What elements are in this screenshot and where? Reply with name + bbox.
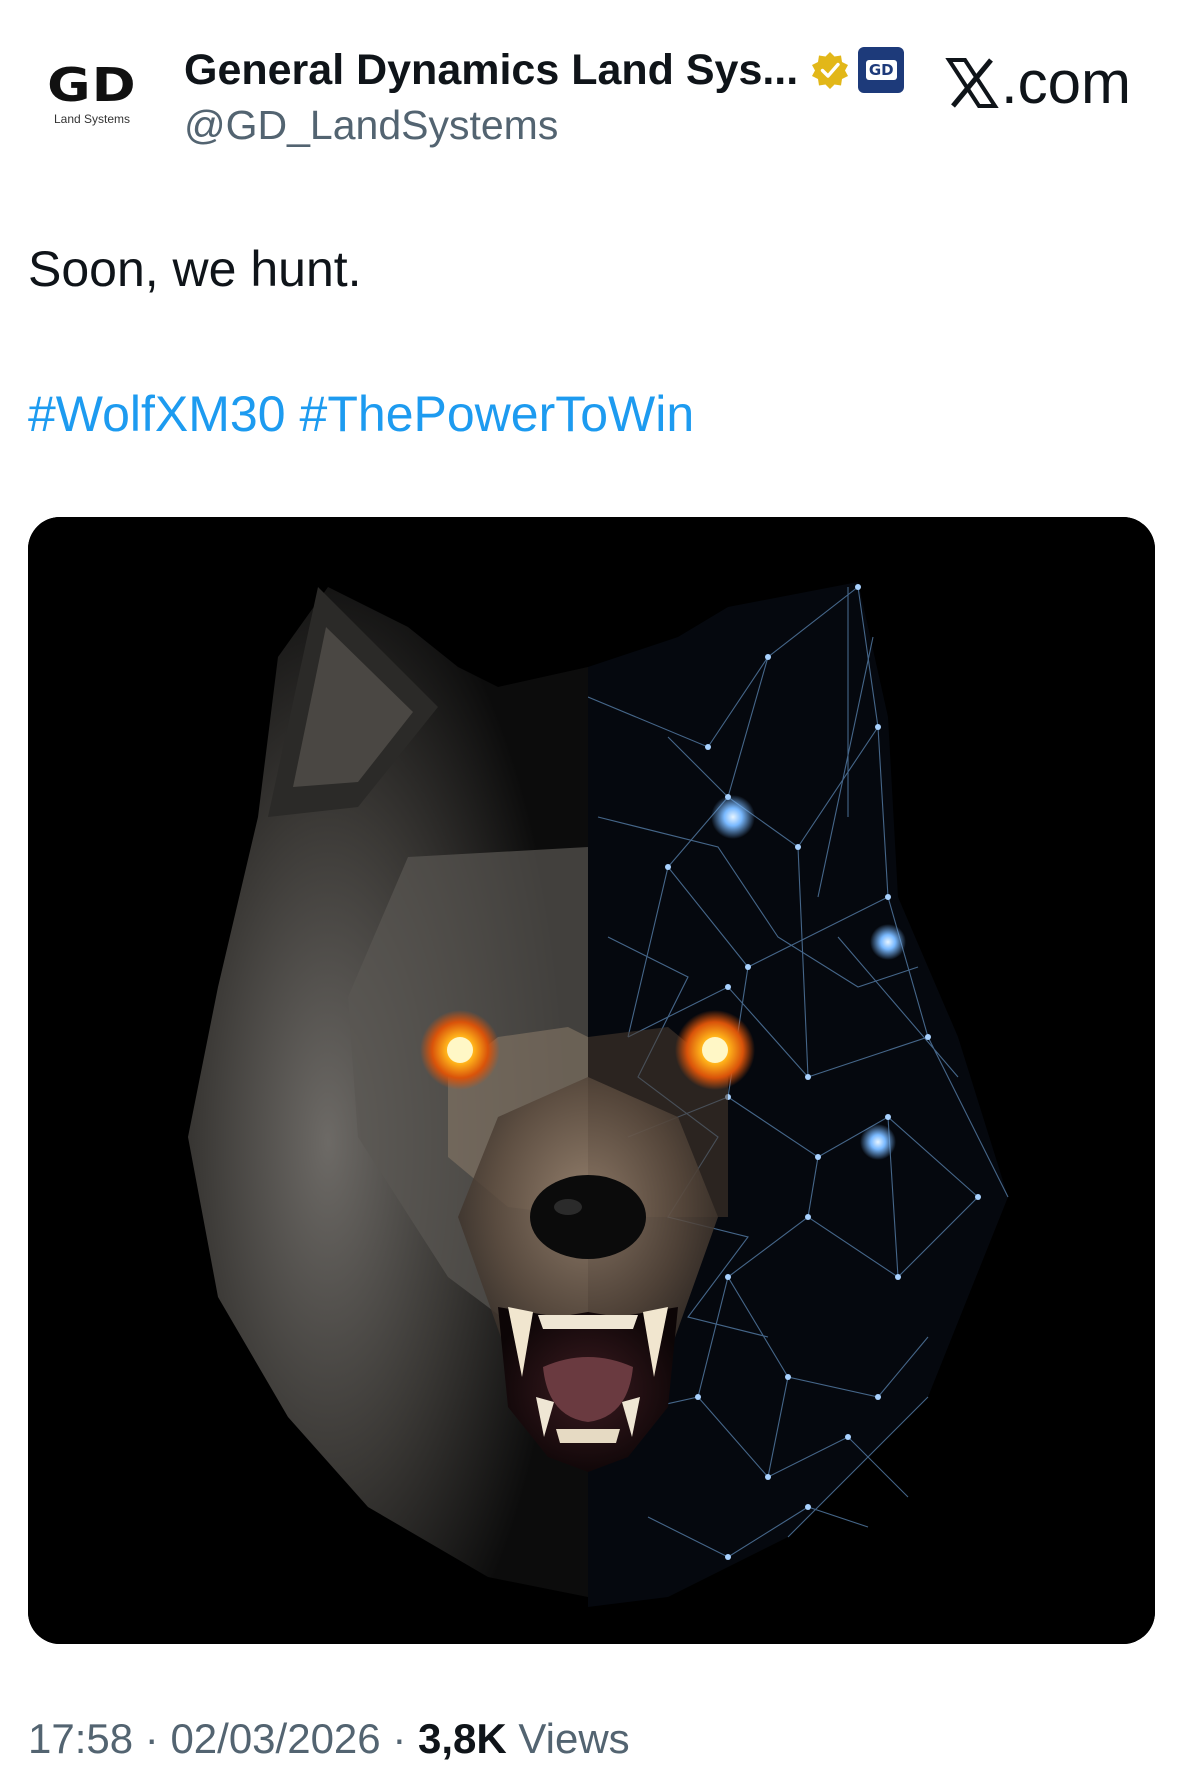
author-avatar[interactable]: GD Land Systems bbox=[30, 44, 154, 144]
tweet-time[interactable]: 17:58 bbox=[28, 1715, 133, 1762]
tweet-header: GD Land Systems General Dynamics Land Sy… bbox=[0, 0, 1179, 170]
tweet-date[interactable]: 02/03/2026 bbox=[170, 1715, 380, 1762]
hashtag-link[interactable]: #ThePowerToWin bbox=[300, 386, 695, 442]
tweet-media-image[interactable] bbox=[28, 517, 1155, 1644]
author-name-row: General Dynamics Land Sys... GD bbox=[184, 44, 905, 96]
tweet-meta: 17:58 · 02/03/2026 · 3,8K Views bbox=[28, 1715, 630, 1763]
avatar-subtitle: Land Systems bbox=[53, 112, 131, 126]
affiliate-badge-label: GD bbox=[865, 60, 897, 80]
hashtag-link[interactable]: #WolfXM30 bbox=[28, 386, 286, 442]
wolf-image bbox=[28, 517, 1155, 1644]
site-watermark: .com bbox=[945, 48, 1131, 117]
tweet-screenshot: GD Land Systems General Dynamics Land Sy… bbox=[0, 0, 1179, 1785]
author-display-name[interactable]: General Dynamics Land Sys... bbox=[184, 46, 798, 95]
tweet-text: Soon, we hunt. bbox=[28, 241, 362, 297]
meta-separator: · bbox=[133, 1715, 171, 1762]
views-count[interactable]: 3,8K bbox=[418, 1715, 507, 1762]
avatar-logo: GD bbox=[47, 58, 137, 112]
tweet-hashtags: #WolfXM30 #ThePowerToWin bbox=[28, 385, 694, 443]
x-logo-icon bbox=[945, 57, 999, 108]
site-label-text: .com bbox=[1000, 49, 1131, 116]
affiliate-badge-icon[interactable]: GD bbox=[858, 47, 905, 93]
meta-separator: · bbox=[380, 1715, 418, 1762]
author-handle[interactable]: @GD_LandSystems bbox=[184, 102, 558, 149]
views-label: Views bbox=[506, 1715, 630, 1762]
verified-badge-icon bbox=[812, 52, 849, 89]
